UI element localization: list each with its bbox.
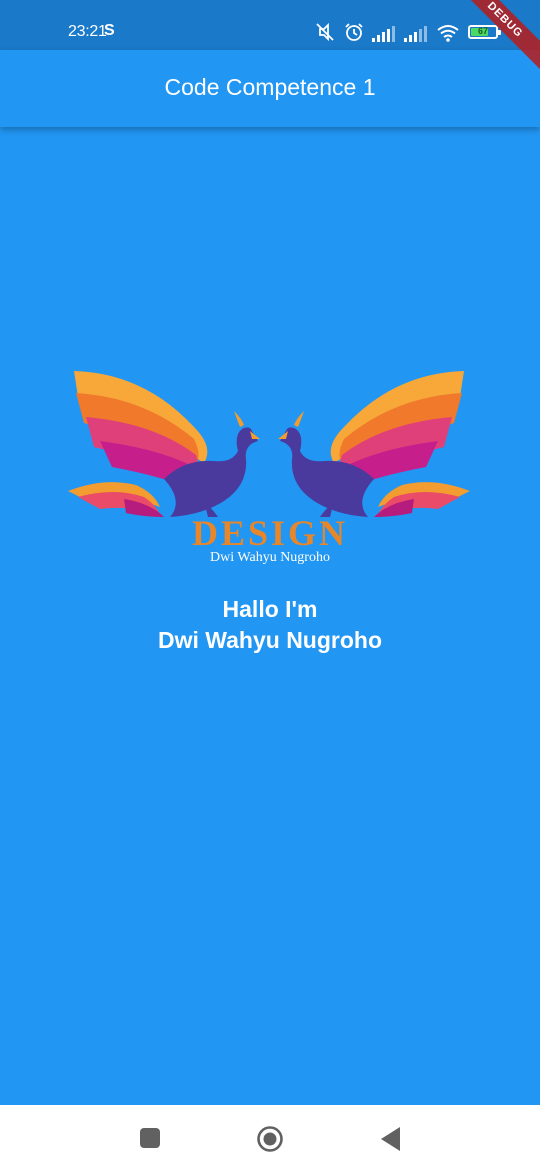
logo-image: DESIGN Dwi Wahyu Nugroho (68, 371, 470, 565)
status-icons: 67 (314, 20, 501, 42)
greeting: Hallo I'm Dwi Wahyu Nugroho (0, 594, 540, 656)
battery-level: 67 (477, 26, 488, 36)
signal-icon (404, 26, 427, 42)
logo-word: DESIGN (192, 513, 348, 553)
status-time: 23:21 (68, 23, 107, 40)
signal-icon (372, 26, 395, 42)
battery-icon: 67 (468, 25, 501, 39)
app-bar: Code Competence 1 (0, 50, 540, 127)
home-button[interactable] (256, 1125, 284, 1153)
content: DESIGN Dwi Wahyu Nugroho Hallo I'm Dwi W… (0, 127, 540, 1105)
logo-subtitle: Dwi Wahyu Nugroho (210, 550, 330, 565)
right-phoenix-icon (278, 371, 470, 517)
greeting-line1: Hallo I'm (222, 596, 318, 622)
back-button[interactable] (380, 1126, 402, 1152)
alarm-icon (345, 23, 363, 41)
recents-button[interactable] (139, 1127, 161, 1149)
status-bar: 23:21 S 67 DEBUG (0, 0, 540, 81)
app-title: Code Competence 1 (164, 74, 376, 100)
wifi-icon (437, 25, 459, 42)
status-s-icon: S (104, 22, 115, 39)
mute-icon (316, 22, 334, 42)
navigation-bar (0, 1105, 540, 1170)
greeting-name: Dwi Wahyu Nugroho (157, 627, 382, 653)
left-phoenix-icon (68, 371, 260, 517)
